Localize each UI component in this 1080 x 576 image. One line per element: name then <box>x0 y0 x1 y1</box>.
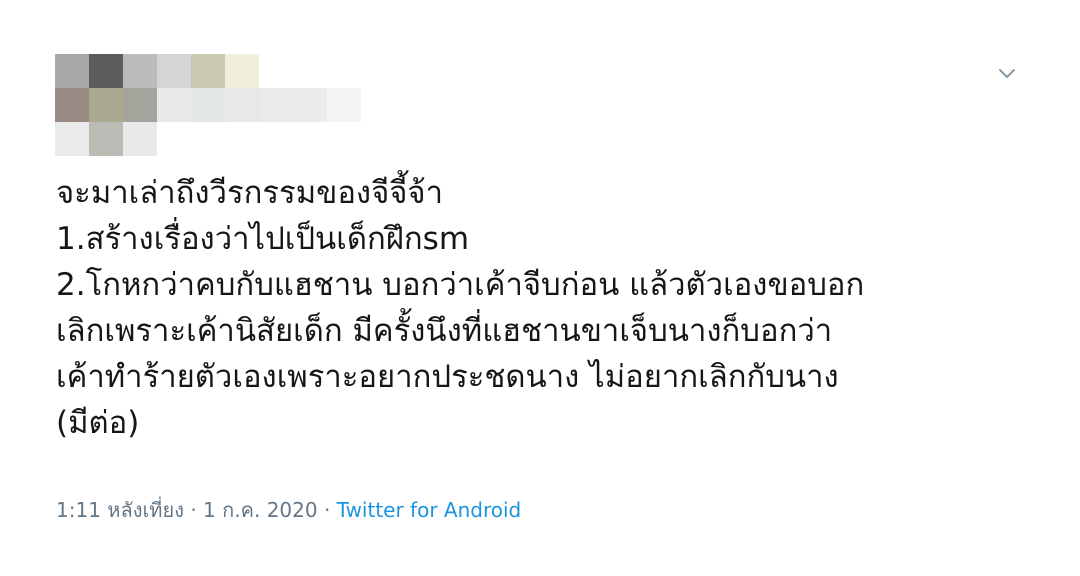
chevron-down-icon[interactable] <box>996 62 1018 84</box>
mosaic-pixel <box>157 54 191 88</box>
mosaic-pixel <box>89 54 123 88</box>
tweet-text-line: 1.สร้างเรื่องว่าไปเป็นเด็กฝึกsm <box>56 221 470 257</box>
mosaic-pixel <box>123 54 157 88</box>
mosaic-pixel <box>259 122 293 156</box>
censored-author-avatar-and-name[interactable] <box>55 54 361 156</box>
tweet-source-link[interactable]: Twitter for Android <box>337 498 522 522</box>
mosaic-pixel <box>293 122 327 156</box>
mosaic-pixel <box>293 54 327 88</box>
tweet-text-line: เลิกเพราะเค้านิสัยเด็ก มีครั้งนึงที่แฮชา… <box>56 313 833 349</box>
mosaic-pixel <box>225 88 259 122</box>
mosaic-pixel <box>191 54 225 88</box>
tweet-text-line: (มีต่อ) <box>56 405 140 441</box>
mosaic-pixel <box>157 88 191 122</box>
mosaic-pixel <box>123 122 157 156</box>
mosaic-pixel <box>191 122 225 156</box>
mosaic-pixel <box>225 122 259 156</box>
mosaic-pixel <box>89 88 123 122</box>
mosaic-pixel <box>55 122 89 156</box>
tweet-timestamp[interactable]: 1:11 หลังเที่ยง · 1 ก.ค. 2020 · <box>56 498 337 522</box>
tweet-text-line: จะมาเล่าถึงวีรกรรมของจีจี้จ้า <box>56 175 443 211</box>
mosaic-pixel <box>191 88 225 122</box>
mosaic-pixel <box>225 54 259 88</box>
mosaic-pixel <box>157 122 191 156</box>
tweet-text-line: เค้าทำร้ายตัวเองเพราะอยากประชดนาง ไม่อยา… <box>56 359 839 395</box>
mosaic-pixel <box>89 122 123 156</box>
tweet-card: จะมาเล่าถึงวีรกรรมของจีจี้จ้า 1.สร้างเรื… <box>0 0 1080 576</box>
mosaic-pixel <box>55 54 89 88</box>
mosaic-pixel <box>259 54 293 88</box>
mosaic-pixel <box>55 88 89 122</box>
mosaic-pixel <box>327 88 361 122</box>
mosaic-pixel <box>123 88 157 122</box>
tweet-metadata: 1:11 หลังเที่ยง · 1 ก.ค. 2020 · Twitter … <box>56 494 521 526</box>
tweet-text-line: 2.โกหกว่าคบกับแฮชาน บอกว่าเค้าจีบก่อน แล… <box>56 267 865 303</box>
mosaic-pixel <box>327 122 361 156</box>
mosaic-pixel <box>293 88 327 122</box>
tweet-text: จะมาเล่าถึงวีรกรรมของจีจี้จ้า 1.สร้างเรื… <box>56 170 1046 446</box>
mosaic-pixel <box>259 88 293 122</box>
mosaic-pixel <box>327 54 361 88</box>
